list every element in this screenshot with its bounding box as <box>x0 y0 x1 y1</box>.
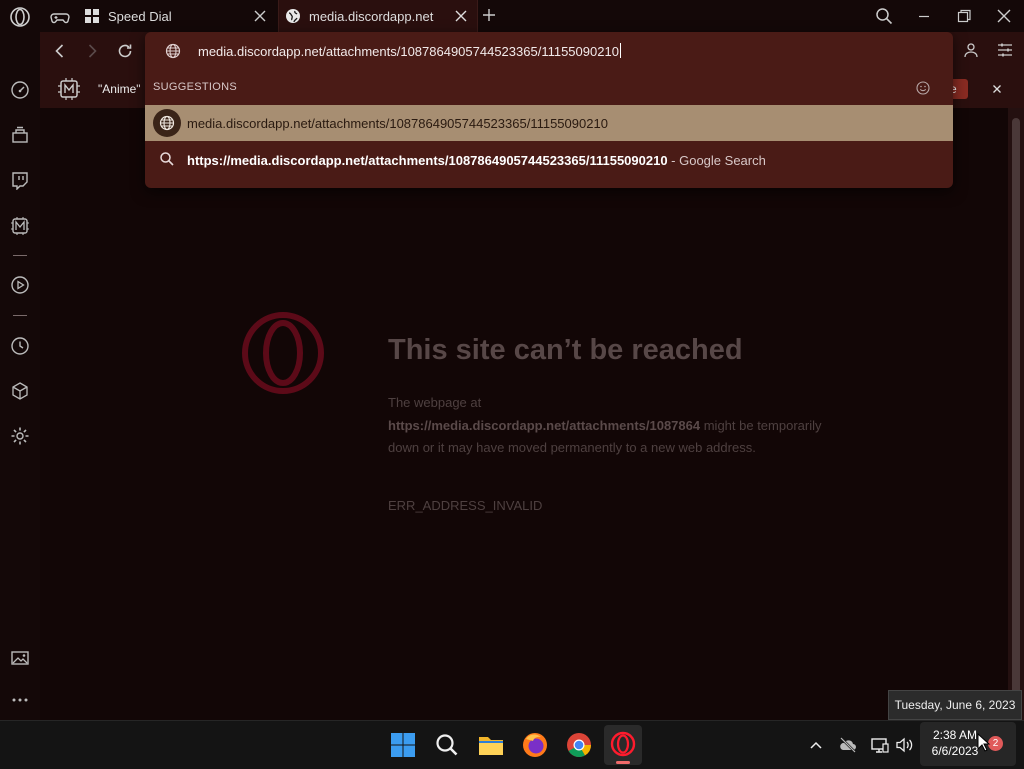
forward-button[interactable] <box>82 41 102 61</box>
active-app-indicator <box>616 761 630 764</box>
file-explorer-icon[interactable] <box>477 731 505 759</box>
suggestion-engine: - Google Search <box>667 153 766 168</box>
search-icon <box>160 152 174 166</box>
network-icon[interactable] <box>870 735 890 755</box>
suggestions-header: SUGGESTIONS <box>153 81 237 93</box>
more-options-icon[interactable] <box>10 690 30 710</box>
opera-menu-icon[interactable] <box>9 6 31 28</box>
suggestion-url[interactable]: media.discordapp.net/attachments/1087864… <box>145 105 953 141</box>
notification-count: 2 <box>992 738 999 749</box>
reload-button[interactable] <box>115 41 135 61</box>
minimize-button[interactable] <box>914 6 934 26</box>
search-tabs-icon[interactable] <box>874 6 894 26</box>
close-tab-icon[interactable] <box>252 8 268 24</box>
omnibox-dropdown: media.discordapp.net/attachments/1087864… <box>145 32 953 188</box>
text-cursor <box>619 43 621 58</box>
twitch-icon[interactable] <box>10 170 30 190</box>
mouse-cursor-icon <box>977 733 991 753</box>
sidebar-divider <box>13 255 27 256</box>
new-tab-button[interactable] <box>480 6 498 24</box>
suggestion-text: media.discordapp.net/attachments/1087864… <box>187 116 608 131</box>
globe-icon <box>165 43 181 59</box>
close-bar-icon[interactable] <box>990 82 1004 96</box>
aria-ai-icon[interactable] <box>10 216 30 236</box>
tab-speed-dial[interactable]: Speed Dial <box>78 0 276 32</box>
address-input[interactable]: media.discordapp.net/attachments/1087864… <box>145 32 953 70</box>
tab-label: media.discordapp.net <box>309 8 434 24</box>
speedometer-icon[interactable] <box>10 80 30 100</box>
player-icon[interactable] <box>10 275 30 295</box>
error-code: ERR_ADDRESS_INVALID <box>388 498 543 513</box>
back-button[interactable] <box>50 41 70 61</box>
bookmark-aria-icon[interactable] <box>57 77 81 101</box>
suggestion-text: https://media.discordapp.net/attachments… <box>187 152 766 170</box>
error-title: This site can’t be reached <box>388 334 743 366</box>
restore-button[interactable] <box>954 6 974 26</box>
chrome-icon[interactable] <box>565 731 593 759</box>
title-bar: Speed Dial media.discordapp.net <box>0 0 1024 32</box>
emoji-icon[interactable] <box>916 81 930 95</box>
address-value: media.discordapp.net/attachments/1087864… <box>198 44 619 59</box>
error-line1: The webpage at <box>388 395 482 410</box>
speed-dial-icon <box>85 9 99 23</box>
shopping-bag-icon[interactable] <box>10 125 30 145</box>
show-hidden-icons-button[interactable] <box>808 737 824 753</box>
opera-logo <box>240 310 326 396</box>
scrollbar-thumb[interactable] <box>1012 118 1020 718</box>
opera-taskbar-button[interactable] <box>604 725 642 765</box>
error-url: https://media.discordapp.net/attachments… <box>388 417 701 433</box>
search-icon[interactable] <box>433 731 461 759</box>
suggestion-search[interactable]: https://media.discordapp.net/attachments… <box>145 141 953 177</box>
easy-setup-icon[interactable] <box>996 41 1014 59</box>
close-tab-icon[interactable] <box>453 8 469 24</box>
suggestion-query: https://media.discordapp.net/attachments… <box>187 153 668 168</box>
onedrive-offline-icon[interactable] <box>838 735 858 755</box>
globe-icon <box>286 9 300 23</box>
firefox-icon[interactable] <box>521 731 549 759</box>
volume-icon[interactable] <box>894 735 914 755</box>
sidebar <box>0 32 40 720</box>
windows-start-icon[interactable] <box>389 731 417 759</box>
taskbar <box>0 720 1024 769</box>
globe-icon <box>153 109 181 137</box>
error-description: The webpage at https://media.discordapp.… <box>388 392 828 460</box>
settings-gear-icon[interactable] <box>10 426 30 446</box>
sidebar-divider <box>13 315 27 316</box>
scrollbar[interactable] <box>1008 108 1024 720</box>
gallery-icon[interactable] <box>10 648 30 668</box>
bookmark-anime[interactable]: "Anime" <box>98 82 141 96</box>
profile-icon[interactable] <box>962 41 980 59</box>
date-tooltip: Tuesday, June 6, 2023 <box>888 690 1022 720</box>
tab-label: Speed Dial <box>108 8 172 24</box>
close-window-button[interactable] <box>994 6 1014 26</box>
extensions-cube-icon[interactable] <box>10 381 30 401</box>
tab-discord[interactable]: media.discordapp.net <box>278 0 478 32</box>
history-icon[interactable] <box>10 336 30 356</box>
gamepad-icon[interactable] <box>50 7 70 27</box>
